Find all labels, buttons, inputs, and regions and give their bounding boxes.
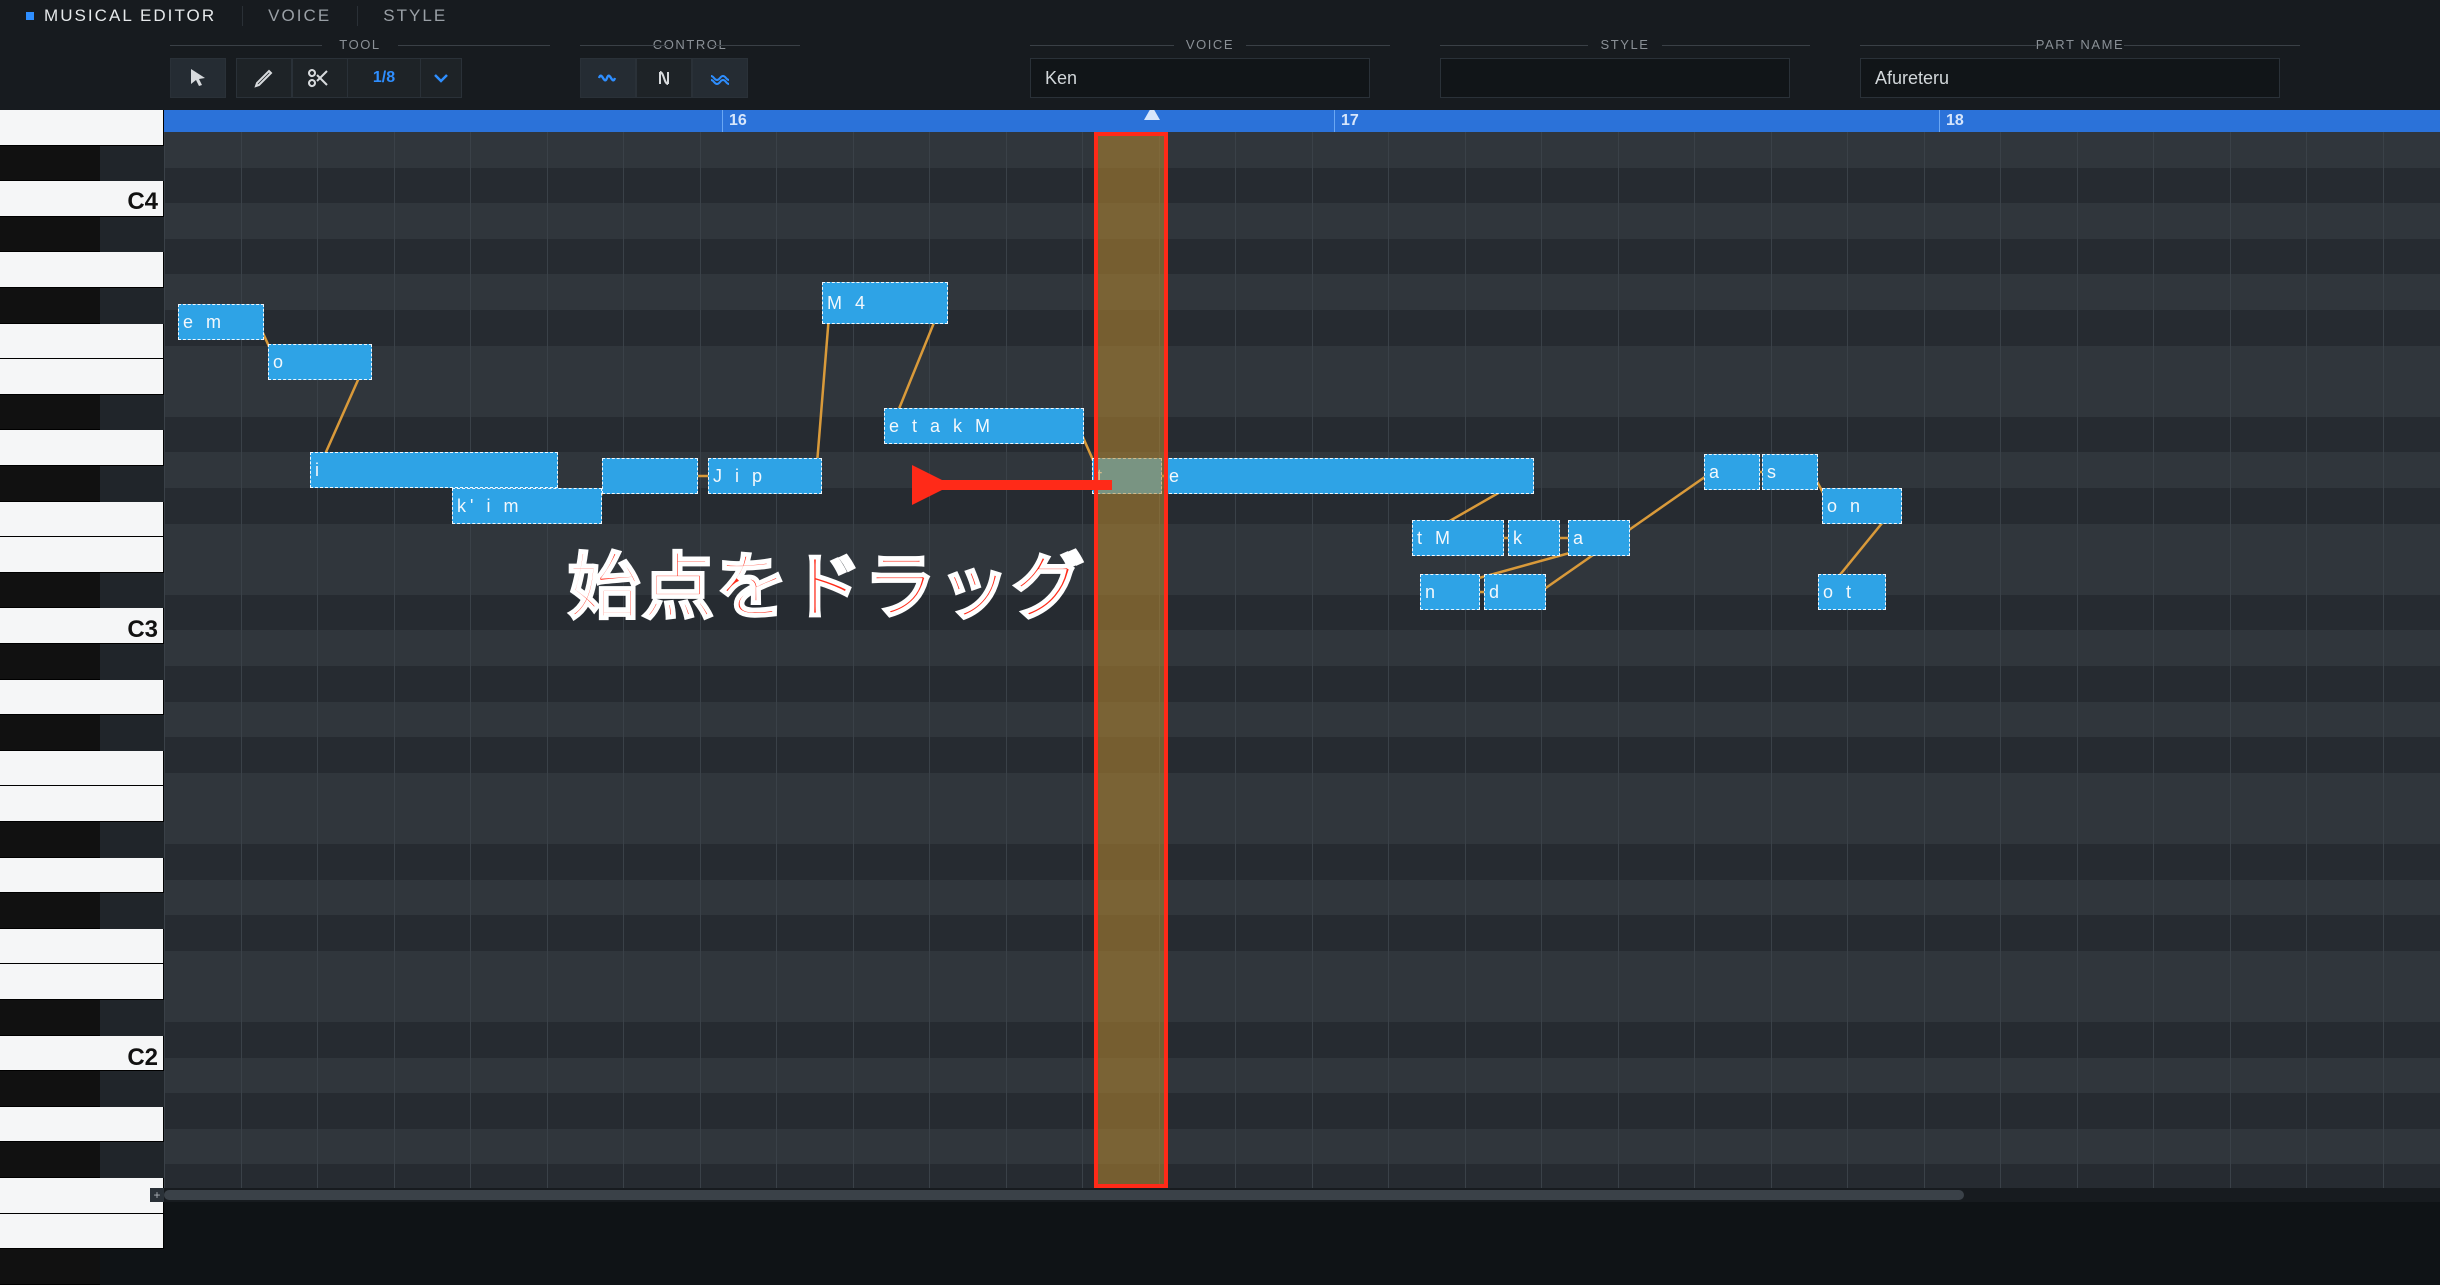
voice-select[interactable]: Ken: [1030, 58, 1370, 98]
note[interactable]: t M: [1412, 520, 1504, 556]
note[interactable]: a: [1568, 520, 1630, 556]
tab-strip: MUSICAL EDITOR VOICE STYLE: [0, 0, 2440, 32]
piano-key[interactable]: [0, 217, 100, 253]
note[interactable]: e: [1164, 458, 1534, 494]
piano-key[interactable]: [0, 822, 100, 858]
piano-key[interactable]: [0, 502, 164, 538]
panel-control-label: CONTROL: [580, 37, 800, 52]
piano-key[interactable]: [0, 1142, 100, 1178]
note[interactable]: M 4: [822, 282, 948, 324]
partname-field[interactable]: Afureteru: [1860, 58, 2280, 98]
piano-key[interactable]: [0, 395, 100, 431]
note[interactable]: J i p: [708, 458, 822, 494]
piano-key[interactable]: [0, 929, 164, 965]
note[interactable]: e t a k M: [884, 408, 1084, 444]
tab-musical-editor[interactable]: MUSICAL EDITOR: [0, 0, 242, 32]
arrow-annotation: [912, 458, 1122, 512]
toolbar-panels: TOOL 1/8 CONTROL: [0, 32, 2440, 110]
note[interactable]: a: [1704, 454, 1760, 490]
note[interactable]: o: [268, 344, 372, 380]
snap-menu-button[interactable]: [420, 58, 462, 98]
scissors-tool-button[interactable]: [292, 58, 348, 98]
tab-voice[interactable]: VOICE: [242, 0, 357, 32]
horizontal-scrollbar[interactable]: [164, 1188, 2440, 1202]
piano-key[interactable]: [0, 288, 100, 324]
key-label: C4: [127, 188, 158, 216]
piano-key[interactable]: [0, 1000, 100, 1036]
panel-style: STYLE: [1440, 37, 1810, 98]
playhead-marker[interactable]: [1144, 110, 1160, 120]
piano-key[interactable]: [0, 858, 164, 894]
note[interactable]: s: [1762, 454, 1818, 490]
piano-key[interactable]: [0, 252, 164, 288]
panel-tool: TOOL 1/8: [170, 37, 550, 98]
note[interactable]: n: [1420, 574, 1480, 610]
piano-key[interactable]: [0, 324, 164, 360]
note[interactable]: [602, 458, 698, 494]
piano-keyboard[interactable]: C4 C3 C2: [0, 110, 164, 1188]
piano-key[interactable]: [0, 964, 164, 1000]
note[interactable]: i: [310, 452, 558, 488]
piano-key[interactable]: [0, 1107, 164, 1143]
panel-style-label: STYLE: [1440, 37, 1810, 52]
note-grid[interactable]: e moik' i mJ i pM 4e t a k Mtet Mkandaso…: [164, 132, 2440, 1188]
panel-voice-label: VOICE: [1030, 37, 1390, 52]
piano-roll[interactable]: 161718 e moik' i mJ i pM 4e t a k Mtet M…: [164, 110, 2440, 1188]
bar-marker[interactable]: 17: [1334, 110, 1359, 132]
piano-key[interactable]: [0, 537, 164, 573]
piano-key[interactable]: [0, 1071, 100, 1107]
bar-marker[interactable]: 18: [1939, 110, 1964, 132]
panel-control: CONTROL: [580, 37, 800, 98]
panel-tool-label: TOOL: [170, 37, 550, 52]
panel-partname-label: PART NAME: [1860, 37, 2300, 52]
piano-key[interactable]: [0, 751, 164, 787]
piano-key[interactable]: [0, 466, 100, 502]
piano-key[interactable]: [0, 573, 100, 609]
piano-key[interactable]: [0, 110, 164, 146]
tab-style[interactable]: STYLE: [357, 0, 473, 32]
vibrato-button[interactable]: [692, 58, 748, 98]
editor-area: C4 C3 C2 16 17 18 e mo ik' i m J i p M 4 e t a k…: [0, 110, 2440, 1188]
piano-key[interactable]: [0, 1178, 164, 1214]
key-label: C3: [127, 616, 158, 644]
add-track-button[interactable]: +: [150, 1188, 164, 1202]
piano-key[interactable]: [0, 146, 100, 182]
piano-key[interactable]: [0, 715, 100, 751]
note[interactable]: o n: [1822, 488, 1902, 524]
timeline-ruler[interactable]: 16 17 18: [164, 110, 2440, 132]
pitch-curve-button[interactable]: [580, 58, 636, 98]
pitch-curve: [164, 132, 2440, 1188]
piano-key[interactable]: [0, 430, 164, 466]
selection-highlight: [1094, 132, 1168, 1188]
panel-partname: PART NAME Afureteru: [1860, 37, 2300, 98]
note[interactable]: k: [1508, 520, 1560, 556]
note[interactable]: e m: [178, 304, 264, 340]
snap-value[interactable]: 1/8: [348, 58, 420, 98]
note[interactable]: o t: [1818, 574, 1886, 610]
bar-marker[interactable]: 16: [722, 110, 747, 132]
piano-key[interactable]: [0, 359, 164, 395]
piano-key[interactable]: [0, 786, 164, 822]
arrow-tool-button[interactable]: [170, 58, 226, 98]
piano-key[interactable]: [0, 1214, 164, 1250]
style-select[interactable]: [1440, 58, 1790, 98]
piano-key[interactable]: [0, 893, 100, 929]
panel-voice: VOICE Ken: [1030, 37, 1390, 98]
pencil-tool-button[interactable]: [236, 58, 292, 98]
note[interactable]: d: [1484, 574, 1546, 610]
note[interactable]: k' i m: [452, 488, 602, 524]
timing-button[interactable]: [636, 58, 692, 98]
annotation-text: 始点をドラッグ: [568, 528, 1086, 633]
piano-key[interactable]: [0, 1249, 100, 1285]
scrollbar-thumb[interactable]: [164, 1190, 1964, 1200]
piano-key[interactable]: [0, 680, 164, 716]
key-label: C2: [127, 1044, 158, 1072]
piano-key[interactable]: [0, 644, 100, 680]
